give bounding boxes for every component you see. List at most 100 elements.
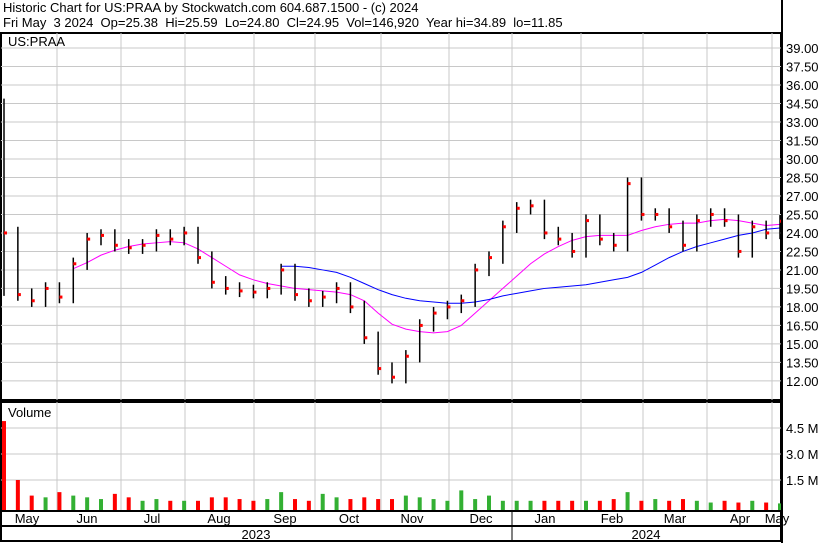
volume-tick-label: 3.0 M (786, 447, 819, 462)
volume-bar (154, 499, 159, 510)
volume-bar (459, 490, 464, 510)
close-tick (253, 290, 257, 294)
month-label: Feb (601, 511, 623, 526)
volume-bar (126, 497, 131, 510)
close-tick (378, 367, 382, 371)
month-label: Mar (664, 511, 687, 526)
volume-bar (431, 499, 436, 510)
volume-bar (168, 500, 173, 510)
month-label: Aug (207, 511, 230, 526)
symbol-label: US:PRAA (8, 34, 65, 49)
price-tick-label: 36.00 (786, 78, 819, 93)
volume-bar (487, 495, 491, 510)
price-tick-label: 24.00 (786, 226, 819, 241)
month-label: Oct (339, 511, 360, 526)
volume-bar (694, 500, 699, 510)
price-panel (0, 32, 782, 401)
close-tick (184, 231, 188, 235)
volume-bar (71, 495, 76, 510)
price-tick-label: 25.50 (786, 207, 819, 222)
close-tick (558, 237, 562, 241)
close-tick (461, 299, 465, 303)
close-tick (738, 249, 742, 253)
volume-bar (514, 500, 519, 510)
close-tick (128, 246, 132, 250)
volume-bar (237, 499, 242, 510)
volume-bar (209, 497, 214, 510)
close-tick (59, 295, 63, 299)
close-tick (489, 256, 492, 260)
close-tick (4, 231, 7, 235)
price-tick-label: 31.50 (786, 133, 819, 148)
close-tick (516, 206, 520, 210)
close-tick (101, 233, 104, 237)
price-tick-label: 16.50 (786, 318, 819, 333)
price-tick-label: 13.50 (786, 355, 819, 370)
volume-bar (570, 500, 575, 510)
close-tick (419, 323, 423, 327)
close-tick (655, 212, 659, 216)
close-tick (281, 268, 285, 272)
volume-bar (279, 492, 284, 510)
volume-bar (306, 500, 311, 510)
volume-bar (417, 497, 422, 510)
volume-bar (196, 500, 200, 510)
price-tick-label: 18.00 (786, 300, 819, 315)
close-tick (669, 225, 673, 229)
close-tick (170, 237, 174, 241)
volume-bar (182, 500, 187, 510)
volume-tick-label: 4.5 M (786, 421, 819, 436)
volume-bar (667, 500, 672, 510)
volume-bar (681, 499, 685, 510)
volume-panel (0, 401, 782, 512)
close-tick (156, 233, 160, 237)
volume-bar (500, 500, 505, 510)
close-tick (613, 243, 617, 247)
volume-bar (542, 500, 547, 510)
volume-bar (708, 502, 713, 510)
month-label: Jun (77, 511, 98, 526)
price-tick-label: 33.00 (786, 115, 819, 130)
volume-bar (2, 421, 6, 510)
close-tick (392, 375, 395, 379)
close-tick (627, 182, 631, 186)
month-label: May (765, 511, 790, 526)
volume-bar (390, 499, 394, 510)
close-tick (336, 286, 340, 290)
volume-bar (29, 495, 34, 510)
volume-bar (750, 500, 755, 510)
month-label: Jan (535, 511, 556, 526)
volume-bar (376, 499, 381, 510)
price-tick-label: 21.00 (786, 263, 819, 278)
close-tick (544, 231, 548, 235)
volume-bar (584, 500, 588, 510)
volume-bar (764, 502, 769, 510)
volume-bar (15, 480, 20, 510)
price-tick-label: 27.00 (786, 189, 819, 204)
price-tick-label: 28.50 (786, 170, 819, 185)
month-label: May (15, 511, 40, 526)
close-tick (752, 225, 756, 229)
close-tick (31, 299, 35, 303)
close-tick (433, 311, 437, 315)
volume-bar (403, 495, 408, 510)
close-tick (724, 219, 728, 223)
volume-bar (722, 500, 727, 510)
close-tick (766, 231, 770, 235)
close-tick (447, 305, 451, 309)
close-tick (322, 295, 326, 299)
stock-chart: Historic Chart for US:PRAA by Stockwatch… (0, 0, 830, 543)
close-tick (641, 212, 645, 216)
price-tick-label: 19.50 (786, 281, 819, 296)
volume-bar (334, 497, 339, 510)
close-tick (239, 289, 243, 293)
volume-bar (348, 499, 353, 510)
volume-bar (85, 497, 90, 510)
price-tick-label: 12.00 (786, 374, 819, 389)
close-tick (586, 219, 589, 223)
volume-bar (556, 500, 561, 510)
close-tick (696, 219, 700, 223)
close-tick (572, 249, 576, 253)
close-tick (225, 286, 229, 290)
close-tick (364, 336, 368, 340)
